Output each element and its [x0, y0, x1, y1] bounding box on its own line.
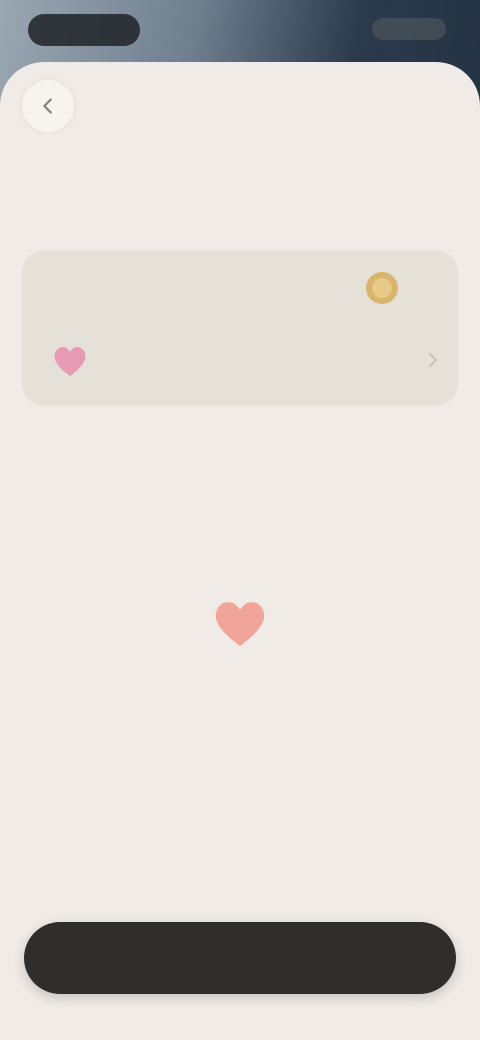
- heart-icon: [54, 346, 86, 376]
- primary-action-button[interactable]: [24, 922, 456, 994]
- header: [0, 62, 480, 152]
- picker-card[interactable]: [22, 250, 458, 406]
- status-indicators: [372, 18, 446, 40]
- status-bar: [0, 0, 480, 60]
- heart-icon: [215, 602, 265, 646]
- chevron-right-icon: [429, 353, 437, 367]
- back-button[interactable]: [22, 80, 74, 132]
- modal-sheet: [0, 62, 480, 1040]
- coin-icon: [366, 272, 398, 304]
- empty-state: [0, 582, 480, 702]
- selected-item-row[interactable]: [42, 334, 442, 386]
- status-time: [28, 14, 140, 46]
- chevron-left-icon: [43, 98, 52, 114]
